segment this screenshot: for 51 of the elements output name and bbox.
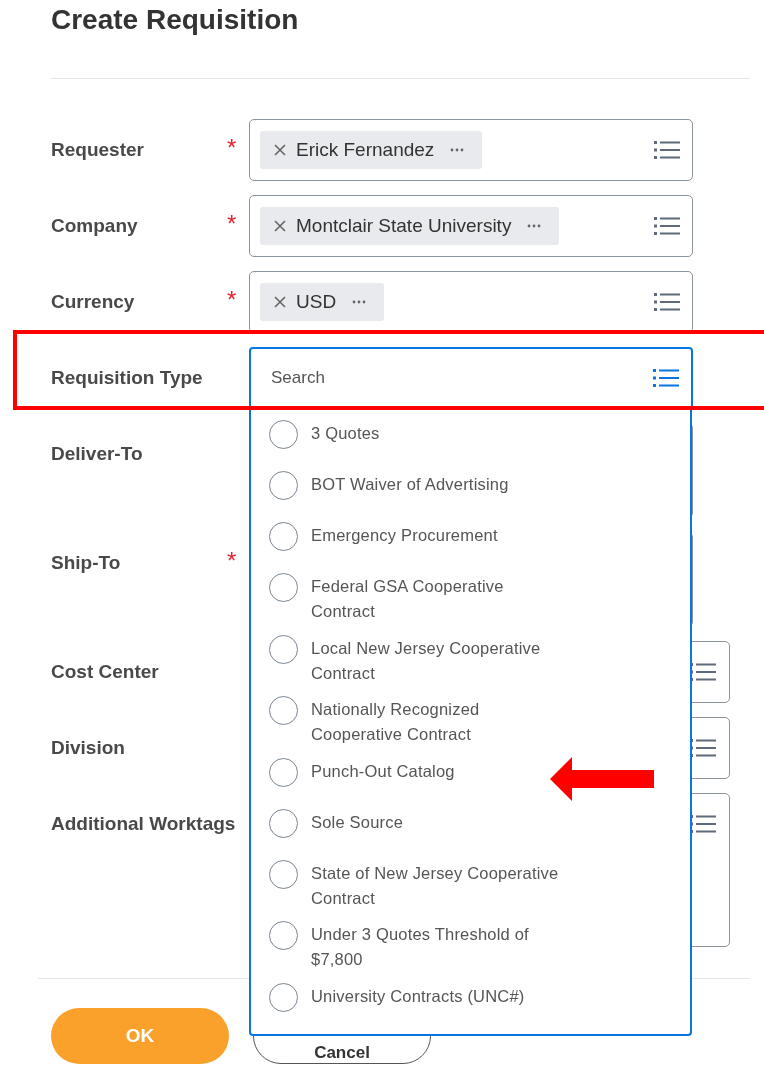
list-icon[interactable] [654,292,680,312]
prompt-field[interactable]: Montclair State University [249,195,693,257]
radio-button[interactable] [269,921,298,951]
option-label[interactable]: State of New Jersey Cooperative Contract [311,859,559,911]
field-label: Requester [51,139,144,160]
field-label: Additional Worktags [51,813,236,834]
search-field[interactable]: Search [249,347,693,409]
radio-button[interactable] [269,696,298,726]
field-label: Company [51,215,138,236]
required-mark: * [227,549,237,573]
option-label[interactable]: BOT Waiver of Advertising [311,471,509,497]
option-label[interactable]: University Contracts (UNC#) [311,982,525,1009]
remove-icon[interactable] [274,220,286,232]
radio-button[interactable] [269,982,298,1012]
list-icon[interactable] [654,140,680,160]
required-mark: * [227,212,237,236]
radio-button[interactable] [269,522,298,551]
radio-button[interactable] [269,757,298,787]
radio-button[interactable] [269,573,298,602]
required-mark: * [227,288,237,312]
list-icon[interactable] [653,368,679,388]
option-label[interactable]: Under 3 Quotes Threshold of $7,800 [311,921,559,973]
radio-button[interactable] [269,808,298,838]
option-label[interactable]: Emergency Procurement [311,522,498,548]
radio-button[interactable] [269,859,298,889]
prompt-field[interactable]: Erick Fernandez [249,119,693,181]
field-label: Ship-To [51,552,121,573]
field-label: Deliver-To [51,443,143,464]
remove-icon[interactable] [274,144,286,156]
radio-button[interactable] [269,634,298,664]
field-label: Currency [51,291,135,312]
option-label[interactable]: Nationally Recognized Cooperative Contract [311,696,559,748]
prompt-field[interactable]: USD [249,271,693,333]
option-label[interactable]: Punch-Out Catalog [311,757,455,784]
field-label: Requisition Type [51,367,203,388]
field-label: Division [51,737,125,758]
option-label[interactable]: 3 Quotes [311,420,380,446]
field-label: Cost Center [51,661,159,682]
required-mark: * [227,136,237,160]
page-title: Create Requisition [51,4,299,36]
option-label[interactable]: Federal GSA Cooperative Contract [311,573,559,624]
radio-button[interactable] [269,420,298,449]
option-label[interactable]: Sole Source [311,808,404,835]
list-icon[interactable] [654,216,680,236]
selected-value[interactable]: USD [260,283,385,321]
selected-value[interactable]: Montclair State University [260,207,560,245]
remove-icon[interactable] [274,296,286,308]
option-label[interactable]: Local New Jersey Cooperative Contract [311,634,559,686]
radio-button[interactable] [269,471,298,500]
arrow-icon [550,757,654,801]
selected-value[interactable]: Erick Fernandez [260,131,483,169]
